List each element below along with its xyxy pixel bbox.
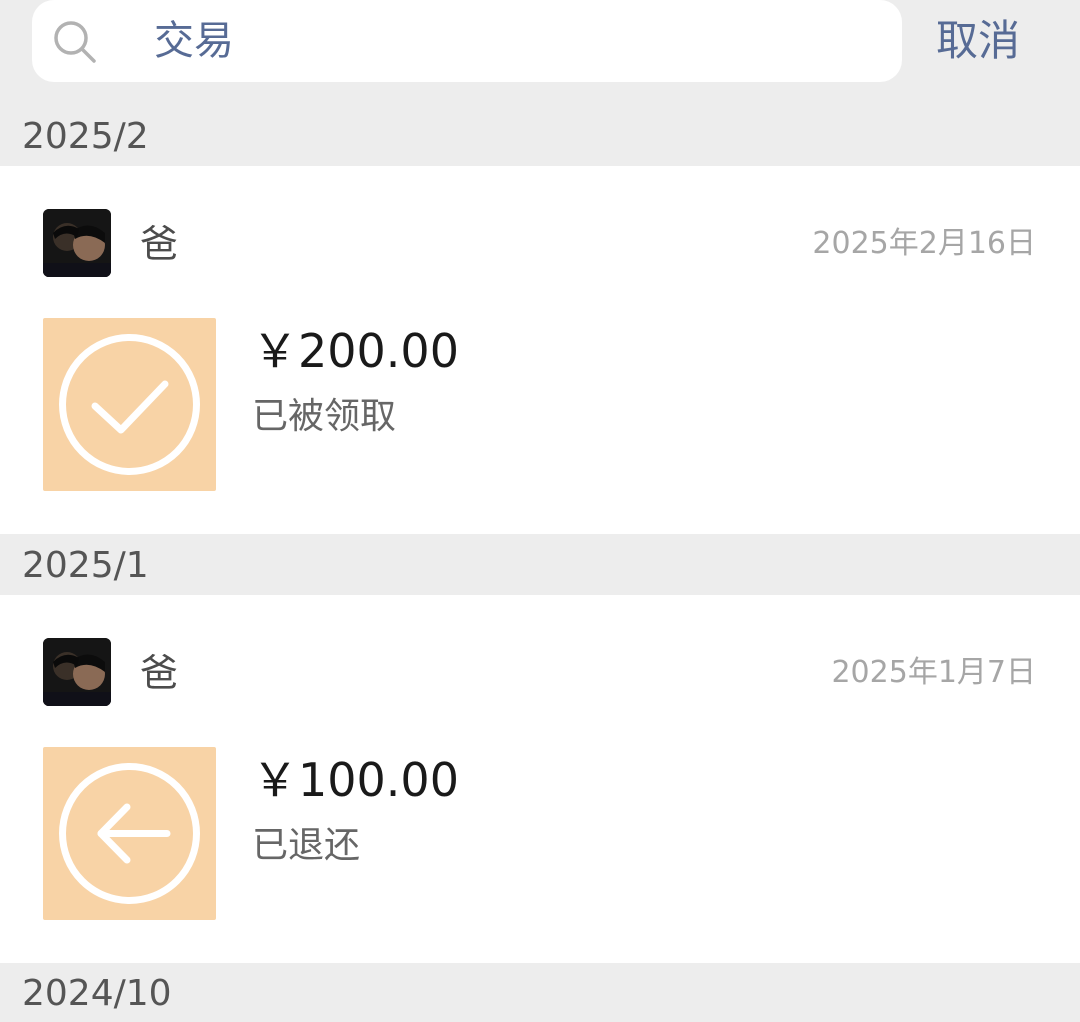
transaction-search-page: 交易 取消 2025/2 爸 2025年2月16日 ￥200.00 已被领取 2… <box>0 0 1080 1022</box>
month-header: 2024/10 <box>0 963 1080 1022</box>
transaction-amount: ￥200.00 <box>252 324 459 378</box>
month-header: 2025/2 <box>0 108 1080 166</box>
search-icon <box>54 21 96 63</box>
sender-name: 爸 <box>140 651 179 695</box>
cancel-button[interactable]: 取消 <box>936 16 1020 66</box>
arrow-left-circle-icon <box>43 747 216 920</box>
search-query-text: 交易 <box>154 18 234 64</box>
avatar <box>43 638 111 706</box>
transaction-status: 已退还 <box>252 825 361 866</box>
sender-name: 爸 <box>140 222 179 266</box>
month-label: 2024/10 <box>22 973 172 1014</box>
month-label: 2025/1 <box>22 545 149 586</box>
month-header: 2025/1 <box>0 534 1080 595</box>
transaction-status: 已被领取 <box>252 396 397 437</box>
transaction-amount: ￥100.00 <box>252 753 459 807</box>
transaction-row[interactable]: 爸 2025年2月16日 ￥200.00 已被领取 <box>0 166 1080 534</box>
transaction-row[interactable]: 爸 2025年1月7日 ￥100.00 已退还 <box>0 595 1080 963</box>
avatar <box>43 209 111 277</box>
transaction-date: 2025年2月16日 <box>812 226 1036 261</box>
search-bar: 交易 取消 <box>0 0 1080 108</box>
month-label: 2025/2 <box>22 116 149 157</box>
transaction-date: 2025年1月7日 <box>831 655 1036 690</box>
check-circle-icon <box>43 318 216 491</box>
search-input[interactable]: 交易 <box>32 0 902 82</box>
